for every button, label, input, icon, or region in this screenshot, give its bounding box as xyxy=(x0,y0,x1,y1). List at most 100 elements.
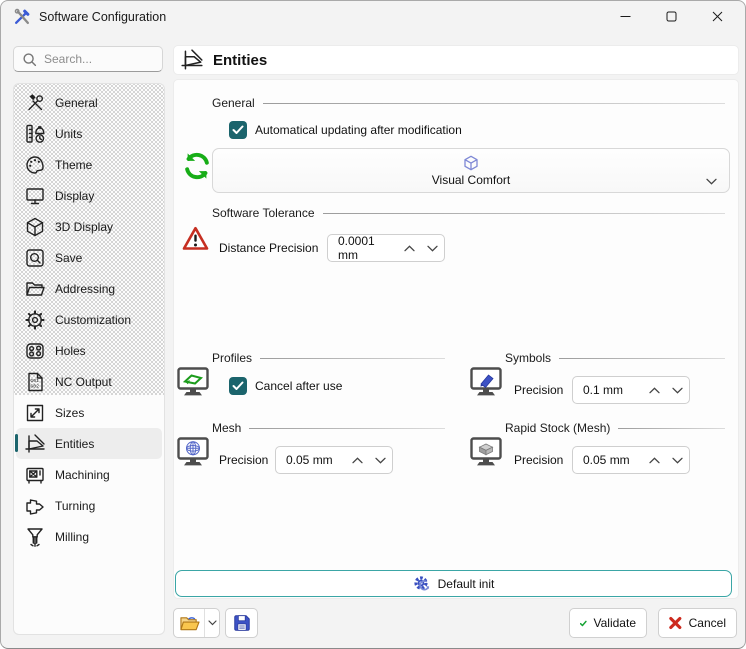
tools-cross-icon xyxy=(13,8,31,26)
sidebar-item-addressing[interactable]: Addressing xyxy=(14,273,164,304)
software-configuration-window: Software Configuration General xyxy=(0,0,746,649)
sidebar-item-customization[interactable]: Customization xyxy=(14,304,164,335)
symbols-precision-spinner[interactable]: 0.1 mm xyxy=(572,376,690,404)
spin-down-button[interactable] xyxy=(421,235,444,261)
sidebar-item-label: Display xyxy=(55,189,94,203)
spinner-value: 0.05 mm xyxy=(573,453,643,467)
default-init-button[interactable]: Default init xyxy=(175,570,732,597)
spinner-value: 0.05 mm xyxy=(276,453,346,467)
cube-outline-icon xyxy=(463,155,479,171)
spin-down-button[interactable] xyxy=(666,447,689,473)
palette-icon xyxy=(23,153,46,176)
warning-triangle-icon xyxy=(182,226,209,251)
sidebar-item-label: Entities xyxy=(55,437,94,451)
distance-precision-spinner[interactable]: 0.0001 mm xyxy=(327,234,445,262)
sidebar-item-entities[interactable]: Entities xyxy=(16,428,162,459)
spinner-value: 0.1 mm xyxy=(573,383,643,397)
visual-comfort-button[interactable]: Visual Comfort xyxy=(212,148,730,193)
sidebar-item-label: Turning xyxy=(55,499,95,513)
spin-up-button[interactable] xyxy=(643,377,666,403)
open-config-button[interactable] xyxy=(174,609,205,637)
group-rapid-stock: Rapid Stock (Mesh) xyxy=(505,421,725,435)
minimize-button[interactable] xyxy=(602,1,648,32)
validate-button[interactable]: Validate xyxy=(569,608,647,638)
cancel-label: Cancel xyxy=(689,616,726,630)
disk-magnifier-icon xyxy=(23,246,46,269)
search-icon xyxy=(22,52,37,67)
turning-icon xyxy=(23,494,46,517)
validate-label: Validate xyxy=(594,616,636,630)
svg-text:G01: G01 xyxy=(30,378,39,384)
gear-icon xyxy=(23,308,46,331)
sidebar-item-turning[interactable]: Turning xyxy=(14,490,164,521)
x-icon xyxy=(669,616,682,630)
maximize-button[interactable] xyxy=(648,1,694,32)
mesh-precision-label: Precision xyxy=(219,446,268,474)
chevron-down-icon xyxy=(208,620,217,626)
auto-update-checkbox-row[interactable]: Automatical updating after modification xyxy=(229,121,462,139)
open-folder-icon xyxy=(179,614,200,633)
sidebar-item-general[interactable]: General xyxy=(14,87,164,118)
group-title: Mesh xyxy=(212,421,241,435)
spin-up-button[interactable] xyxy=(643,447,666,473)
save-config-button[interactable] xyxy=(225,608,258,638)
sidebar-item-label: Theme xyxy=(55,158,92,172)
sidebar-item-display[interactable]: Display xyxy=(14,180,164,211)
close-button[interactable] xyxy=(694,1,740,32)
rapid-stock-precision-spinner[interactable]: 0.05 mm xyxy=(572,446,690,474)
auto-update-checkbox[interactable] xyxy=(229,121,247,139)
group-software-tolerance: Software Tolerance xyxy=(212,206,725,220)
group-title: Profiles xyxy=(212,351,252,365)
refresh-green-icon xyxy=(182,150,212,182)
sidebar-item-save[interactable]: Save xyxy=(14,242,164,273)
open-folder-icon xyxy=(23,277,46,300)
cancel-after-use-checkbox[interactable] xyxy=(229,377,247,395)
sidebar-item-label: Milling xyxy=(55,530,89,544)
search-box[interactable] xyxy=(13,46,163,72)
sidebar-item-label: Customization xyxy=(55,313,131,327)
monitor-icon xyxy=(23,184,46,207)
cancel-after-use-checkbox-row[interactable]: Cancel after use xyxy=(229,377,342,395)
sidebar-item-theme[interactable]: Theme xyxy=(14,149,164,180)
spin-up-button[interactable] xyxy=(346,447,369,473)
spin-down-button[interactable] xyxy=(369,447,392,473)
sidebar-item-label: General xyxy=(55,96,98,110)
check-icon xyxy=(580,617,587,630)
title-bar: Software Configuration xyxy=(1,1,745,33)
monitor-mesh-icon xyxy=(177,437,209,467)
sidebar-item-3d-display[interactable]: 3D Display xyxy=(14,211,164,242)
cancel-button[interactable]: Cancel xyxy=(658,608,737,638)
sidebar-item-nc-output[interactable]: G01 G02 NC Output xyxy=(14,366,164,397)
monitor-loop-icon xyxy=(177,367,209,397)
spinner-value: 0.0001 mm xyxy=(328,234,398,262)
page-title: Entities xyxy=(213,52,267,69)
group-title: Symbols xyxy=(505,351,551,365)
resize-arrow-icon xyxy=(23,401,46,424)
sidebar-item-machining[interactable]: Machining xyxy=(14,459,164,490)
group-title: Rapid Stock (Mesh) xyxy=(505,421,610,435)
sidebar-item-units[interactable]: Units xyxy=(14,118,164,149)
cancel-after-use-label: Cancel after use xyxy=(255,379,342,393)
distance-precision-label: Distance Precision xyxy=(219,234,318,262)
sketch-entities-icon xyxy=(23,432,46,455)
group-symbols: Symbols xyxy=(505,351,725,365)
mesh-precision-spinner[interactable]: 0.05 mm xyxy=(275,446,393,474)
machining-icon xyxy=(23,463,46,486)
search-input[interactable] xyxy=(44,52,149,66)
group-title: Software Tolerance xyxy=(212,206,315,220)
cube-icon xyxy=(23,215,46,238)
symbols-precision-label: Precision xyxy=(514,376,563,404)
group-profiles: Profiles xyxy=(212,351,445,365)
sidebar-item-milling[interactable]: Milling xyxy=(14,521,164,552)
sidebar-item-label: Sizes xyxy=(55,406,84,420)
group-mesh: Mesh xyxy=(212,421,445,435)
sidebar-item-label: 3D Display xyxy=(55,220,113,234)
sidebar-item-label: NC Output xyxy=(55,375,112,389)
sidebar-item-holes[interactable]: Holes xyxy=(14,335,164,366)
open-config-split-button[interactable] xyxy=(173,608,220,638)
spin-down-button[interactable] xyxy=(666,377,689,403)
spin-up-button[interactable] xyxy=(398,235,421,261)
sidebar-item-sizes[interactable]: Sizes xyxy=(14,397,164,428)
open-config-dropdown[interactable] xyxy=(205,609,219,637)
settings-category-list: General Units Theme xyxy=(13,83,165,635)
